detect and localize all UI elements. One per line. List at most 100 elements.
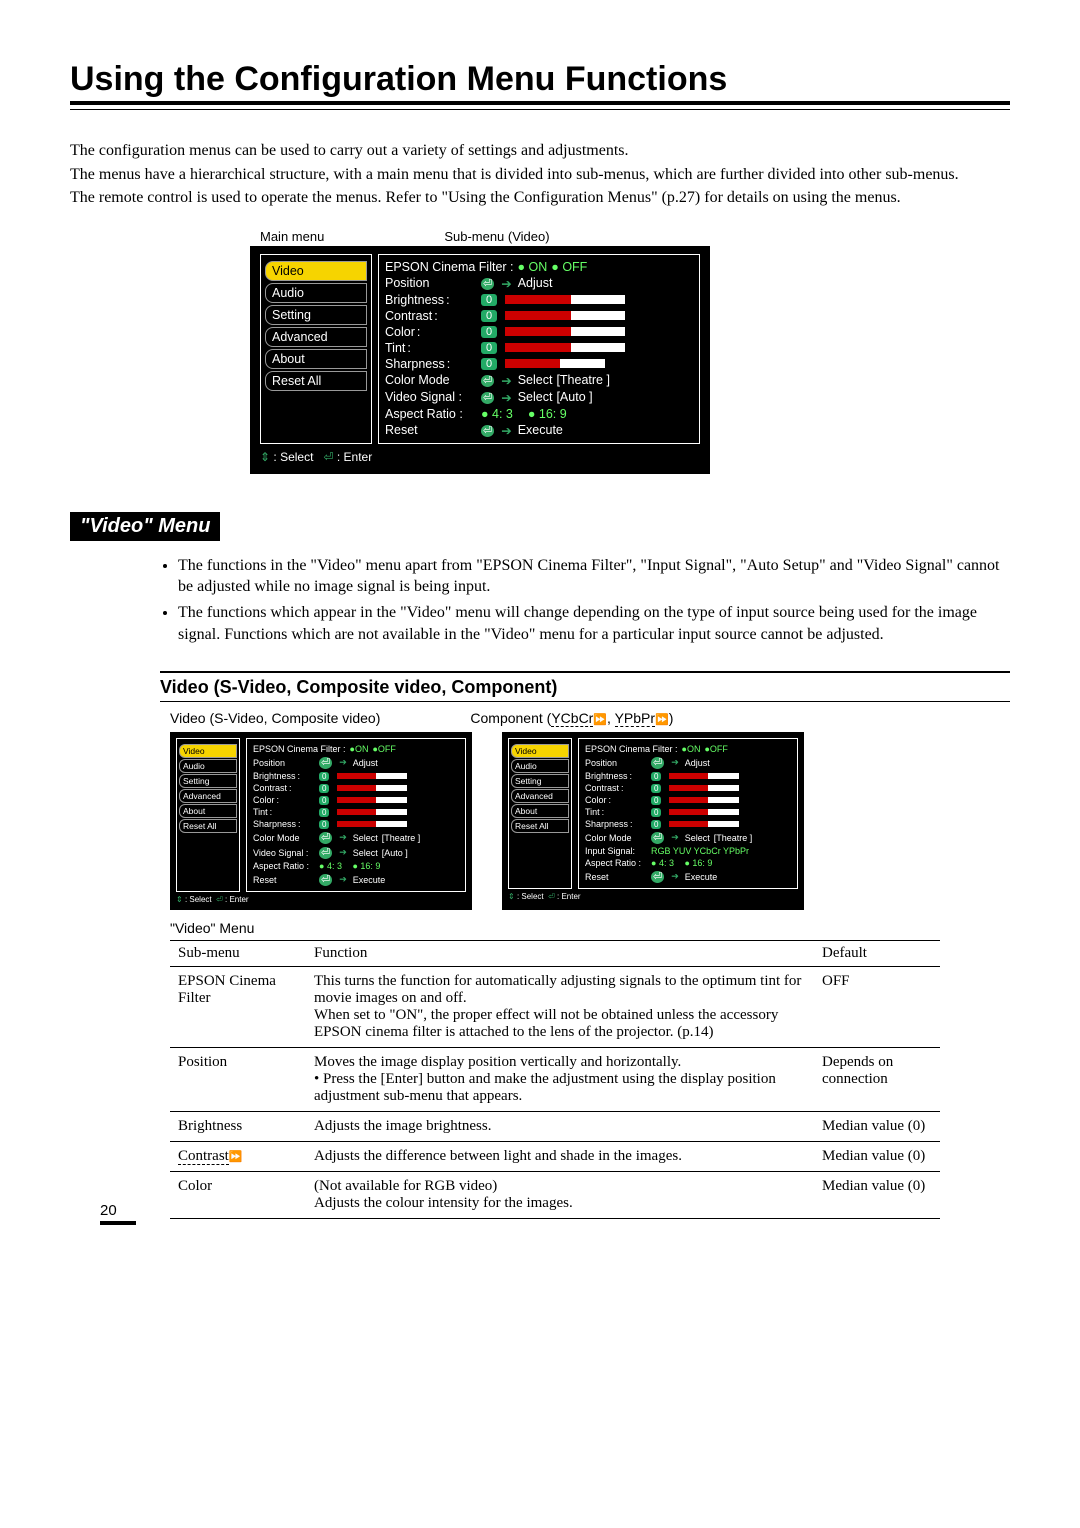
label-main-menu: Main menu bbox=[260, 229, 324, 244]
menu-advanced[interactable]: Advanced bbox=[179, 789, 237, 803]
opt-43[interactable]: ● 4: 3 bbox=[481, 407, 513, 421]
glossary-icon bbox=[229, 1148, 243, 1164]
lbl-select2: Select bbox=[518, 390, 553, 404]
val-contrast: 0 bbox=[481, 310, 497, 322]
menu-advanced[interactable]: Advanced bbox=[511, 789, 569, 803]
opt-169[interactable]: ● 16: 9 bbox=[528, 407, 567, 421]
menu-about[interactable]: About bbox=[179, 804, 237, 818]
row-reset: Reset bbox=[253, 875, 315, 885]
bar-sharpness[interactable] bbox=[505, 359, 605, 368]
table-caption: "Video" Menu bbox=[170, 920, 1010, 936]
row-brightness: Brightness bbox=[385, 293, 477, 307]
val-tint: 0 bbox=[481, 342, 497, 354]
menu-setting[interactable]: Setting bbox=[511, 774, 569, 788]
cell-func: Adjusts the image brightness. bbox=[306, 1112, 814, 1142]
row-reset: Reset bbox=[585, 872, 647, 882]
caption-left: Video (S-Video, Composite video) bbox=[170, 710, 380, 726]
table-row: Position Moves the image display positio… bbox=[170, 1048, 940, 1112]
bar-color[interactable] bbox=[505, 327, 625, 336]
note-2: The functions which appear in the "Video… bbox=[178, 602, 1000, 645]
menu-video[interactable]: Video bbox=[179, 744, 237, 758]
opt-input-signals[interactable]: RGB YUV YCbCr YPbPr bbox=[651, 846, 749, 856]
val-sharpness: 0 bbox=[481, 358, 497, 370]
cell-def: Median value (0) bbox=[814, 1142, 940, 1172]
osd-small-right: Video Audio Setting Advanced About Reset… bbox=[502, 732, 804, 910]
lbl-execute[interactable]: Execute bbox=[518, 423, 563, 437]
row-cinema: EPSON Cinema Filter : bbox=[385, 260, 514, 274]
menu-advanced[interactable]: Advanced bbox=[265, 327, 367, 347]
osd-main-menu: Video Audio Setting Advanced About Reset… bbox=[260, 254, 372, 444]
osd-main: Video Audio Setting Advanced About Reset… bbox=[250, 246, 710, 474]
glossary-ycbcr: YCbCr bbox=[551, 710, 593, 727]
video-notes: The functions in the "Video" menu apart … bbox=[160, 555, 1010, 645]
cell-func: Moves the image display position vertica… bbox=[306, 1048, 814, 1112]
label-sub-menu: Sub-menu (Video) bbox=[444, 229, 549, 244]
cell-name: Brightness bbox=[170, 1112, 306, 1142]
row-color: Color bbox=[585, 795, 647, 805]
enter-icon bbox=[481, 390, 497, 404]
val-color: 0 bbox=[481, 326, 497, 338]
menu-reset-all[interactable]: Reset All bbox=[511, 819, 569, 833]
row-contrast: Contrast bbox=[585, 783, 647, 793]
menu-audio[interactable]: Audio bbox=[511, 759, 569, 773]
osd-small-left: Video Audio Setting Advanced About Reset… bbox=[170, 732, 472, 910]
th-submenu: Sub-menu bbox=[170, 941, 306, 967]
menu-video[interactable]: Video bbox=[511, 744, 569, 758]
opt-off[interactable]: ● OFF bbox=[551, 260, 587, 274]
bar-tint[interactable] bbox=[505, 343, 625, 352]
cell-name: Contrast bbox=[170, 1142, 306, 1172]
sub-heading: Video (S-Video, Composite video, Compone… bbox=[160, 671, 1010, 702]
menu-reset-all[interactable]: Reset All bbox=[179, 819, 237, 833]
row-contrast: Contrast bbox=[253, 783, 315, 793]
arrow-icon bbox=[501, 390, 513, 405]
table-row: Contrast Adjusts the difference between … bbox=[170, 1142, 940, 1172]
title-rule bbox=[70, 109, 1010, 110]
arrow-icon bbox=[501, 423, 513, 438]
row-input: Input Signal: bbox=[585, 846, 647, 856]
row-colormode: Color Mode bbox=[385, 373, 477, 387]
menu-audio[interactable]: Audio bbox=[179, 759, 237, 773]
row-sharpness: Sharpness bbox=[585, 819, 647, 829]
row-contrast: Contrast bbox=[385, 309, 477, 323]
enter-icon bbox=[481, 373, 497, 387]
page-number: 20 bbox=[100, 1202, 136, 1225]
val-auto[interactable]: [Auto ] bbox=[556, 390, 592, 404]
note-1: The functions in the "Video" menu apart … bbox=[178, 555, 1000, 598]
row-color: Color bbox=[385, 325, 477, 339]
bar-brightness[interactable] bbox=[505, 295, 625, 304]
menu-setting[interactable]: Setting bbox=[179, 774, 237, 788]
menu-setting[interactable]: Setting bbox=[265, 305, 367, 325]
row-reset: Reset bbox=[385, 423, 477, 437]
osd-footer: ⇕ : Select ⏎ : Enter bbox=[260, 450, 700, 464]
cell-def: OFF bbox=[814, 967, 940, 1048]
bar-contrast[interactable] bbox=[505, 311, 625, 320]
cell-def: Median value (0) bbox=[814, 1172, 940, 1219]
row-position: Position bbox=[585, 758, 647, 768]
row-tint: Tint bbox=[253, 807, 315, 817]
cell-name: Position bbox=[170, 1048, 306, 1112]
opt-on[interactable]: ● ON bbox=[518, 260, 548, 274]
row-color: Color bbox=[253, 795, 315, 805]
row-aspect: Aspect Ratio : bbox=[253, 861, 315, 871]
enter-icon bbox=[481, 276, 497, 290]
row-tint: Tint bbox=[385, 341, 477, 355]
menu-about[interactable]: About bbox=[265, 349, 367, 369]
menu-video[interactable]: Video bbox=[265, 261, 367, 281]
glossary-icon bbox=[655, 710, 669, 726]
cell-name: Color bbox=[170, 1172, 306, 1219]
row-brightness: Brightness bbox=[253, 771, 315, 781]
row-aspect: Aspect Ratio : bbox=[585, 858, 647, 868]
caption-right: Component (YCbCr, YPbPr) bbox=[470, 710, 673, 726]
cell-func: Adjusts the difference between light and… bbox=[306, 1142, 814, 1172]
row-sharpness: Sharpness bbox=[385, 357, 477, 371]
lbl-adjust[interactable]: Adjust bbox=[518, 276, 553, 290]
glossary-ypbpr: YPbPr bbox=[615, 710, 655, 727]
menu-reset-all[interactable]: Reset All bbox=[265, 371, 367, 391]
footer-enter: : Enter bbox=[337, 450, 372, 464]
enter-icon bbox=[481, 423, 497, 437]
cell-func: (Not available for RGB video) Adjusts th… bbox=[306, 1172, 814, 1219]
menu-audio[interactable]: Audio bbox=[265, 283, 367, 303]
val-theatre[interactable]: [Theatre ] bbox=[556, 373, 610, 387]
section-video-menu: "Video" Menu bbox=[70, 512, 220, 541]
menu-about[interactable]: About bbox=[511, 804, 569, 818]
